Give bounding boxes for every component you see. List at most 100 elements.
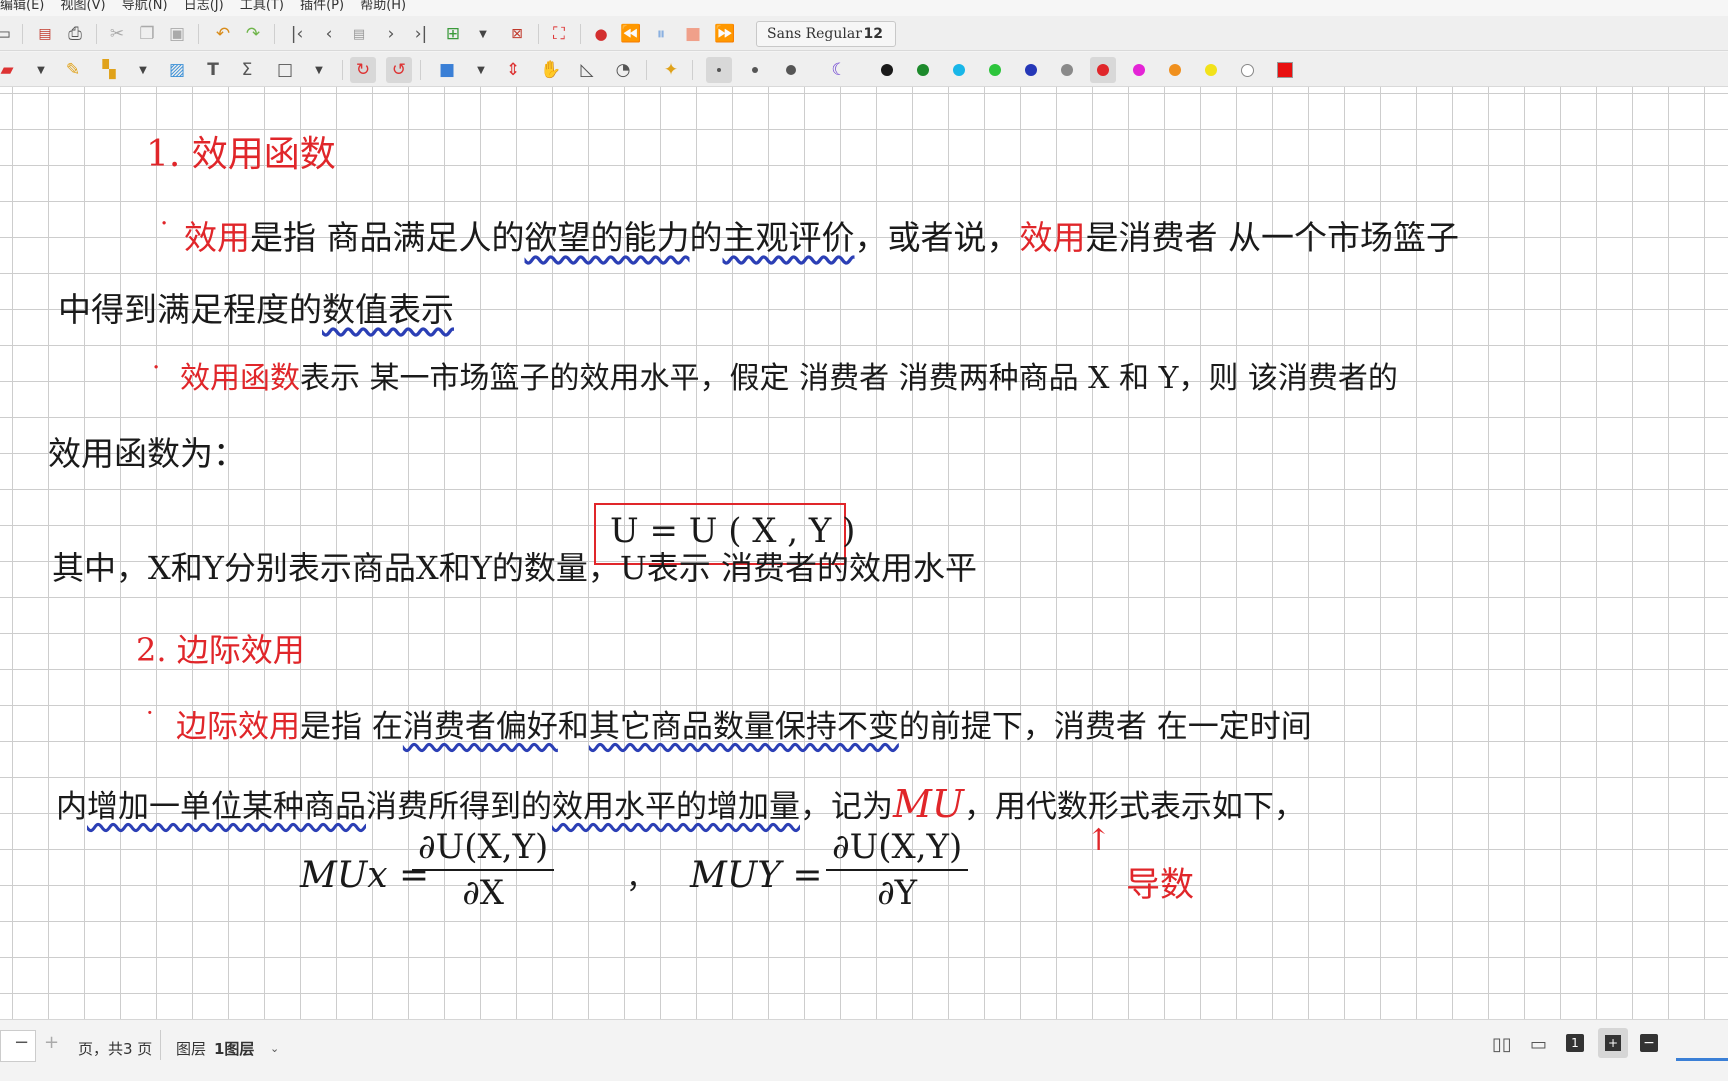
redo-icon[interactable]: ↷	[240, 21, 266, 47]
insert-image-icon[interactable]: ▨	[164, 57, 190, 83]
menu-tools[interactable]: 工具(T)	[240, 0, 284, 13]
note-canvas[interactable]: 1. 效用函数 · 效用是指 商品满足人的欲望的能力的主观评价，或者说，效用是消…	[0, 87, 1728, 1019]
bullet1-desire: 欲望的能力	[524, 218, 690, 257]
goto-page-icon[interactable]: ▤	[346, 21, 372, 47]
chevron-down-icon[interactable]: ▼	[136, 57, 150, 83]
bullet-dot: ·	[146, 699, 154, 727]
zoom-out-button[interactable]: −	[1640, 1034, 1658, 1052]
chevron-down-icon[interactable]: ▼	[474, 57, 488, 83]
first-page-icon[interactable]: |‹	[284, 21, 310, 47]
protractor-icon[interactable]: ◔	[610, 57, 636, 83]
bullet3-increase-unit: 增加一单位某种商品	[87, 789, 366, 825]
copy-icon[interactable]: ❐	[134, 21, 160, 47]
fullscreen-icon[interactable]: ⛶	[546, 21, 572, 47]
color-white[interactable]	[1234, 57, 1260, 83]
last-page-icon[interactable]: ›|	[408, 21, 434, 47]
highlighter-icon[interactable]: ✎	[60, 57, 86, 83]
shape-recognizer-icon[interactable]: ↺	[386, 57, 412, 83]
bullet1-text-c: 的	[689, 218, 723, 257]
eraser-icon[interactable]: ▰	[0, 57, 20, 83]
menu-plugins[interactable]: 插件(P)	[300, 0, 344, 13]
menu-edit[interactable]: 编辑(E)	[0, 0, 44, 13]
custom-color-button[interactable]	[1272, 57, 1298, 83]
fine-thickness-button[interactable]	[706, 57, 732, 83]
bullet3-line2-a: 内	[56, 789, 87, 825]
menu-help[interactable]: 帮助(H)	[360, 0, 406, 13]
paste-icon[interactable]: ▣	[164, 21, 190, 47]
rewind-icon[interactable]: ⏪	[618, 21, 644, 47]
bullet1-line2-a: 中得到满足程度的	[58, 290, 322, 329]
ruler-icon[interactable]: ◺	[574, 57, 600, 83]
menu-view[interactable]: 视图(V)	[61, 0, 106, 13]
record-icon[interactable]: ●	[588, 21, 614, 47]
muy-denominator: ∂Y	[877, 873, 918, 913]
previous-page-icon[interactable]: ‹	[316, 21, 342, 47]
pen-tool-icon[interactable]: ↻	[350, 57, 376, 83]
color-gray[interactable]	[1054, 57, 1080, 83]
toolbar-separator	[420, 60, 421, 80]
bullet1-subjective: 主观评价	[722, 218, 855, 257]
default-tool-icon[interactable]: ✦	[658, 57, 684, 83]
bullet1-line2: 中得到满足程度的数值表示	[58, 283, 454, 331]
chevron-down-icon[interactable]: ▼	[312, 57, 326, 83]
chevron-down-icon[interactable]: ▼	[34, 57, 48, 83]
stop-icon[interactable]: ■	[680, 21, 706, 47]
presentation-icon[interactable]: ▭	[1530, 1034, 1547, 1055]
toolbar-separator	[274, 24, 275, 44]
single-page-button[interactable]: 1	[1566, 1034, 1584, 1052]
chevron-down-icon[interactable]: ⌄	[270, 1042, 279, 1055]
menu-navigate[interactable]: 导航(N)	[122, 0, 168, 13]
print-icon[interactable]: ⎙	[62, 21, 88, 47]
color-red[interactable]	[1090, 57, 1116, 83]
zoom-slider[interactable]	[1676, 1058, 1728, 1061]
menu-journal[interactable]: 日志(J)	[184, 0, 224, 13]
thick-thickness-button[interactable]	[778, 57, 804, 83]
hand-tool-icon[interactable]: ✋	[538, 57, 564, 83]
color-black[interactable]	[874, 57, 900, 83]
cut-icon[interactable]: ✂	[104, 21, 130, 47]
vertical-space-icon[interactable]: ⇕	[500, 57, 526, 83]
bullet3-line2: 内增加一单位某种商品消费所得到的效用水平的增加量，记为MU，用代数形式表示如下，	[56, 781, 1305, 826]
open-folder-icon[interactable]: ▭	[0, 21, 16, 47]
bullet2-key: 效用函数	[180, 361, 300, 396]
font-selector-button[interactable]: Sans Regular 12	[756, 21, 896, 47]
select-rect-icon[interactable]: ■	[434, 57, 460, 83]
rectangle-tool-icon[interactable]: □	[272, 57, 298, 83]
next-page-icon[interactable]: ›	[378, 21, 404, 47]
bullet2-line1: 效用函数表示 某一市场篮子的效用水平，假定 消费者 消费两种商品 X 和 Y，则…	[180, 353, 1398, 397]
two-pages-icon[interactable]: ▯▯	[1492, 1034, 1512, 1055]
zoom-fit-button[interactable]: +	[1598, 1028, 1628, 1058]
color-orange[interactable]	[1162, 57, 1188, 83]
export-pdf-icon[interactable]: ▤	[32, 21, 58, 47]
page-decrement-button[interactable]: −	[14, 1032, 29, 1053]
latex-tool-icon[interactable]: Σ	[234, 57, 260, 83]
color-magenta[interactable]	[1126, 57, 1152, 83]
heading-utility-function: 1. 效用函数	[146, 134, 336, 175]
bullet-dot: ·	[160, 209, 169, 239]
color-blue[interactable]	[1018, 57, 1044, 83]
color-light-green[interactable]	[982, 57, 1008, 83]
medium-thickness-button[interactable]	[742, 57, 768, 83]
pause-icon[interactable]: ⏸	[648, 21, 674, 47]
fill-icon[interactable]: ☾	[826, 57, 852, 83]
bullet3-unchanged: 其它商品数量保持不变	[588, 709, 899, 745]
bullet3-line1: 边际效用是指 在消费者偏好和其它商品数量保持不变的前提下，消费者 在一定时间	[176, 701, 1312, 746]
page-increment-button[interactable]: +	[44, 1032, 59, 1053]
color-green[interactable]	[910, 57, 936, 83]
bullet3-increment: 效用水平的增加量	[552, 789, 800, 825]
muy-label: MUY =	[690, 855, 823, 896]
fast-forward-icon[interactable]: ⏩	[712, 21, 738, 47]
text-tool-icon[interactable]: T	[200, 57, 226, 83]
layer-value[interactable]: 1图层	[214, 1038, 254, 1059]
bullet3-line2-e: ，记为	[800, 789, 893, 825]
select-region-icon[interactable]: ▚	[96, 57, 122, 83]
bullet1-line1: 效用是指 商品满足人的欲望的能力的主观评价，或者说，效用是消费者 从一个市场篮子	[184, 211, 1459, 259]
color-yellow[interactable]	[1198, 57, 1224, 83]
chevron-down-icon[interactable]: ▼	[476, 21, 490, 47]
mu-symbol: MU	[893, 782, 964, 826]
new-page-icon[interactable]: ⊞	[440, 21, 466, 47]
bullet1-numeric: 数值表示	[322, 290, 454, 329]
delete-page-icon[interactable]: ⊠	[504, 21, 530, 47]
undo-icon[interactable]: ↶	[210, 21, 236, 47]
color-light-blue[interactable]	[946, 57, 972, 83]
